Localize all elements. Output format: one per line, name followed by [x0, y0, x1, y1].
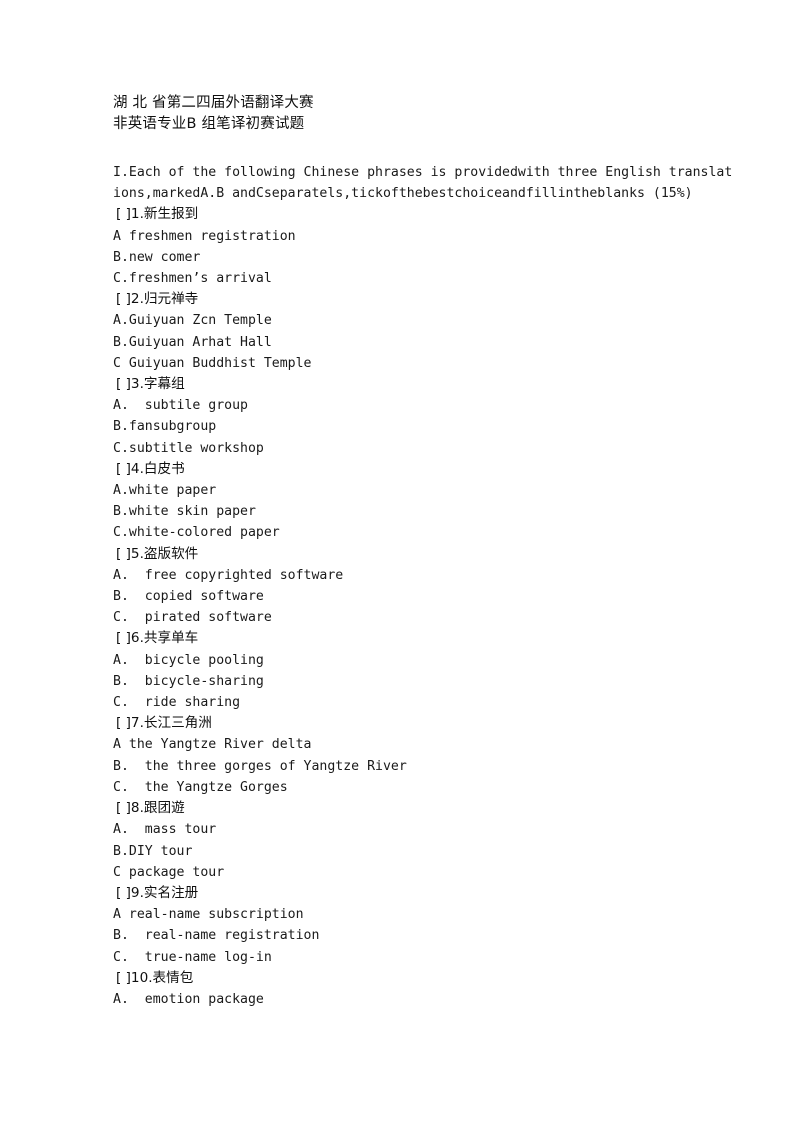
answer-option[interactable]: A. subtile group	[113, 395, 733, 416]
answer-option[interactable]: B.Guiyuan Arhat Hall	[113, 332, 733, 353]
question-item: [ ]6.共享单车 A. bicycle pooling B. bicycle-sh…	[113, 628, 733, 713]
answer-option[interactable]: C.freshmen’s arrival	[113, 268, 733, 289]
question-stem: [ ]8.跟团遊	[116, 800, 185, 817]
answer-option[interactable]: C Guiyuan Buddhist Temple	[113, 353, 733, 374]
question-item: [ ]4.白皮书 A.white paper B.white skin paper C…	[113, 459, 733, 544]
document-title-block: 湖 北 省第二四届外语翻译大赛 非英语专业B 组笔译初赛试题	[113, 93, 733, 134]
answer-option[interactable]: C. the Yangtze Gorges	[113, 777, 733, 798]
title-line-2: 非英语专业B 组笔译初赛试题	[113, 115, 305, 132]
answer-option[interactable]: B. bicycle-sharing	[113, 671, 733, 692]
answer-option[interactable]: B.fansubgroup	[113, 416, 733, 437]
question-item: [ ]9.实名注册 A real-name subscription B. real…	[113, 883, 733, 968]
question-stem: [ ]10.表情包	[116, 969, 194, 986]
title-line-1: 湖 北 省第二四届外语翻译大赛	[113, 95, 314, 111]
answer-option[interactable]: A. free copyrighted software	[113, 565, 733, 586]
answer-option[interactable]: B. real-name registration	[113, 925, 733, 946]
answer-option[interactable]: C. pirated software	[113, 607, 733, 628]
answer-option[interactable]: B.white skin paper	[113, 501, 733, 522]
question-stem: [ ]9.实名注册	[116, 884, 199, 901]
title-body-spacer	[113, 134, 733, 162]
question-stem: [ ]3.字幕组	[116, 376, 185, 393]
question-item: [ ]5.盗版软件 A. free copyrighted software B. …	[113, 544, 733, 629]
answer-option[interactable]: A real-name subscription	[113, 904, 733, 925]
document-body: 湖 北 省第二四届外语翻译大赛 非英语专业B 组笔译初赛试题 I.Each of…	[113, 93, 733, 1010]
question-stem: [ ]5.盗版软件	[116, 545, 199, 562]
question-stem: [ ]7.长江三角洲	[116, 715, 212, 732]
answer-option[interactable]: C. true-name log-in	[113, 947, 733, 968]
question-stem: [ ]1.新生报到	[116, 206, 199, 223]
question-stem: [ ]2.归元禅寺	[116, 291, 199, 308]
document-page: 湖 北 省第二四届外语翻译大赛 非英语专业B 组笔译初赛试题 I.Each of…	[0, 0, 800, 1132]
answer-option[interactable]: B.new comer	[113, 247, 733, 268]
answer-option[interactable]: B. the three gorges of Yangtze River	[113, 756, 733, 777]
section-instruction: I.Each of the following Chinese phrases …	[113, 165, 733, 202]
question-stem: [ ]4.白皮书	[116, 460, 185, 477]
question-item: [ ]8.跟团遊 A. mass tour B.DIY tour C package …	[113, 798, 733, 883]
answer-option[interactable]: B. copied software	[113, 586, 733, 607]
question-item: [ ]3.字幕组 A. subtile group B.fansubgroup C.s…	[113, 374, 733, 459]
question-item: [ ]10.表情包 A. emotion package	[113, 968, 733, 1010]
answer-option[interactable]: C package tour	[113, 862, 733, 883]
question-stem: [ ]6.共享单车	[116, 630, 199, 647]
answer-option[interactable]: A. emotion package	[113, 989, 733, 1010]
question-item: [ ]7.长江三角洲 A the Yangtze River delta B. th…	[113, 713, 733, 798]
answer-option[interactable]: A. bicycle pooling	[113, 650, 733, 671]
answer-option[interactable]: A freshmen registration	[113, 226, 733, 247]
answer-option[interactable]: A the Yangtze River delta	[113, 734, 733, 755]
answer-option[interactable]: C.subtitle workshop	[113, 438, 733, 459]
answer-option[interactable]: A.white paper	[113, 480, 733, 501]
answer-option[interactable]: A.Guiyuan Zcn Temple	[113, 310, 733, 331]
answer-option[interactable]: B.DIY tour	[113, 841, 733, 862]
question-list: [ ]1.新生报到 A freshmen registration B.new co…	[113, 204, 733, 1010]
question-item: [ ]1.新生报到 A freshmen registration B.new co…	[113, 204, 733, 289]
answer-option[interactable]: C. ride sharing	[113, 692, 733, 713]
answer-option[interactable]: C.white-colored paper	[113, 522, 733, 543]
answer-option[interactable]: A. mass tour	[113, 819, 733, 840]
question-item: [ ]2.归元禅寺 A.Guiyuan Zcn Temple B.Guiyuan A…	[113, 289, 733, 374]
